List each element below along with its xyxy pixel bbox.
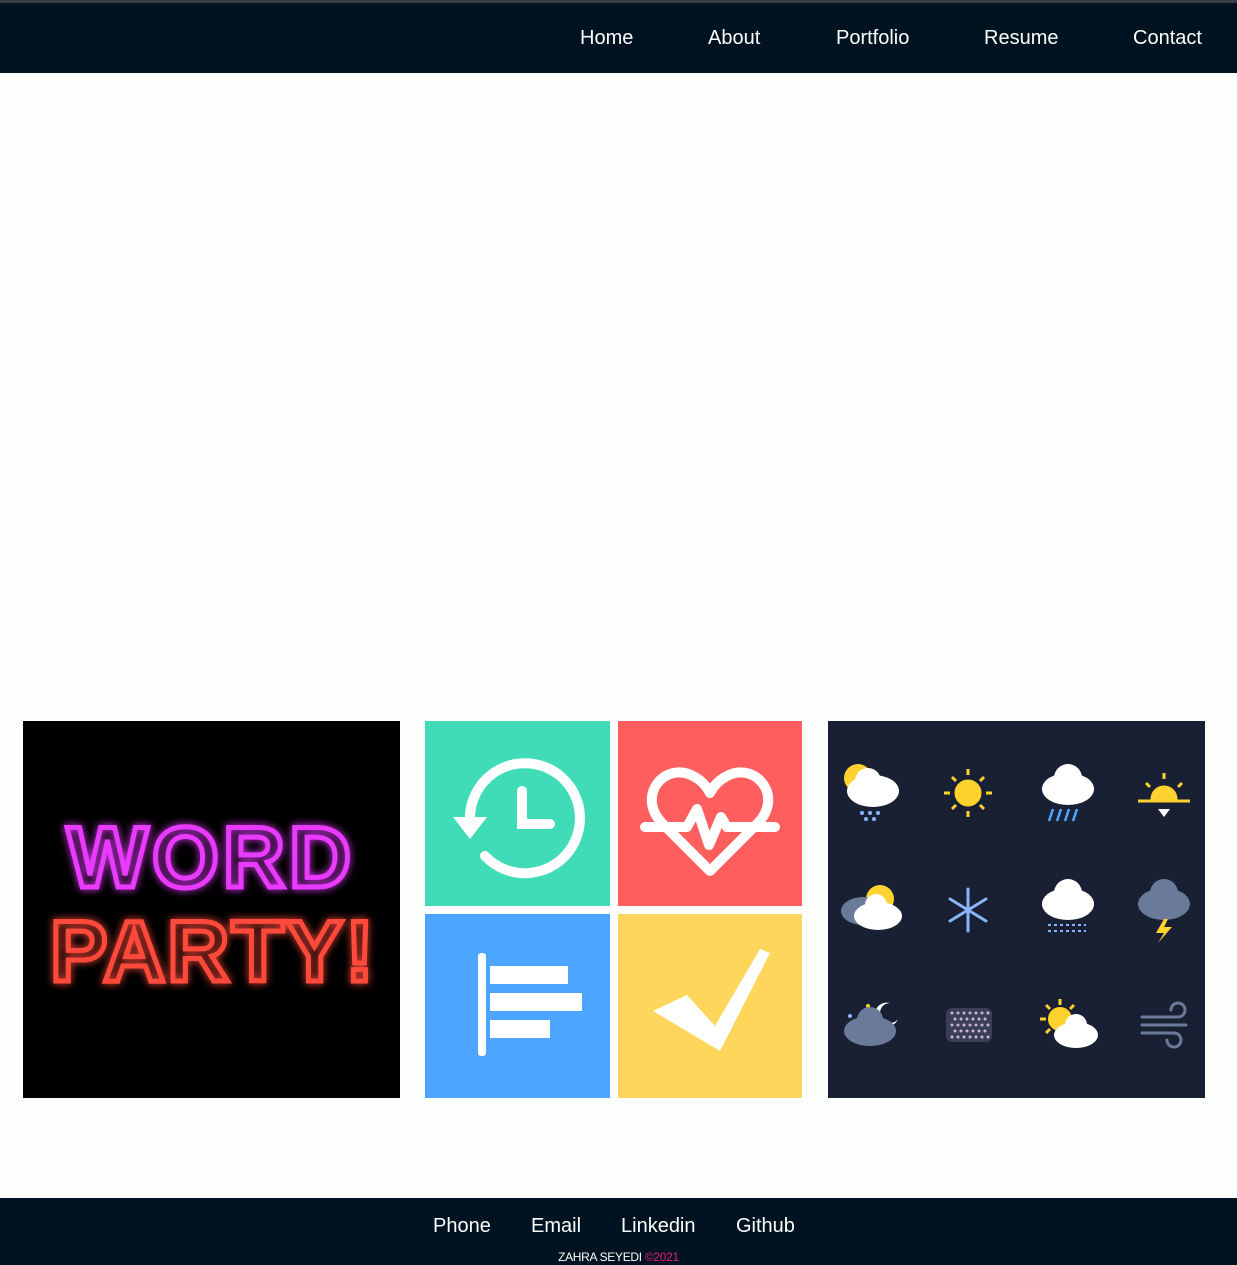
weather-icons-thumbnail <box>828 721 1205 1098</box>
footer-phone-link[interactable]: Phone <box>433 1215 491 1238</box>
footer-email-link[interactable]: Email <box>531 1215 581 1238</box>
project-card-weather-dashboard[interactable] <box>828 721 1205 1098</box>
nav-resume-link[interactable]: Resume <box>984 27 1058 50</box>
copyright-text: ZAHRA SEYEDI ©2021 <box>0 1250 1237 1264</box>
habit-tracker-thumbnail <box>425 721 802 1098</box>
footer: Phone Email Linkedin Github ZAHRA SEYEDI… <box>0 1198 1237 1265</box>
copyright-year: ©2021 <box>644 1250 679 1264</box>
nav-portfolio-link[interactable]: Portfolio <box>836 27 909 50</box>
author-name: ZAHRA SEYEDI <box>558 1250 642 1264</box>
nav-home-link[interactable]: Home <box>580 27 633 50</box>
nav-contact-link[interactable]: Contact <box>1133 27 1202 50</box>
word-party-title-line1: WORD <box>67 810 355 906</box>
project-card-habit-tracker[interactable] <box>425 721 802 1098</box>
word-party-title-line2: PARTY! <box>50 904 376 1000</box>
word-party-thumbnail: WORD PARTY! <box>23 721 400 1098</box>
top-navbar: Home About Portfolio Resume Contact <box>0 0 1237 73</box>
project-card-word-party[interactable]: WORD PARTY! <box>23 721 400 1098</box>
footer-github-link[interactable]: Github <box>736 1215 795 1238</box>
hail-icon <box>946 1008 992 1042</box>
nav-about-link[interactable]: About <box>708 27 760 50</box>
footer-linkedin-link[interactable]: Linkedin <box>621 1215 696 1238</box>
